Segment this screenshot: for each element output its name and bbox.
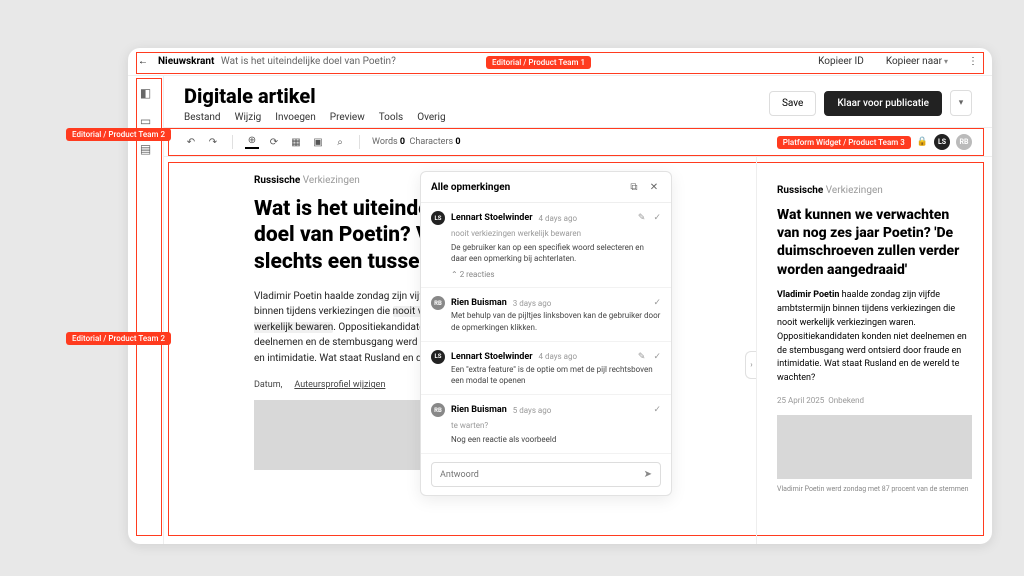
lock-icon: 🔒 — [917, 137, 928, 147]
menu-tools[interactable]: Tools — [379, 112, 403, 123]
close-icon[interactable]: ✕ — [647, 180, 661, 194]
edit-icon[interactable]: ✎ — [638, 352, 646, 362]
left-sidebar: ◧ ▭ ▤ — [128, 76, 164, 544]
edit-icon[interactable]: ✎ — [638, 213, 646, 223]
reply-input[interactable] — [440, 470, 644, 480]
annotation-left-1: Editorial / Product Team 2 — [66, 128, 171, 141]
more-menu-button[interactable]: ⋮ — [964, 56, 982, 67]
breadcrumb-title: Wat is het uiteindelijke doel van Poetin… — [221, 56, 396, 67]
menu-wijzig[interactable]: Wijzig — [235, 112, 262, 123]
comments-list: LS Lennart Stoelwinder 4 days ago ✎ ✓ nooit v… — [421, 203, 671, 454]
document-icon[interactable]: ▭ — [139, 114, 153, 128]
preview-body: Vladimir Poetin haalde zondag zijn vijfd… — [777, 289, 972, 387]
copy-to-button[interactable]: Kopieer naar▾ — [880, 56, 954, 67]
preview-headline: Wat kunnen we verwachten van nog zes jaa… — [777, 206, 972, 279]
breadcrumb: Nieuwskrant Wat is het uiteindelijke doe… — [158, 56, 396, 67]
comment-author: Rien Buisman — [451, 298, 507, 308]
annotation-toolbar-right: Platform Widget / Product Team 3 — [777, 136, 911, 149]
preview-caption: Vladimir Poetin werd zondag met 87 proce… — [777, 485, 972, 493]
menu-bestand[interactable]: Bestand — [184, 112, 221, 123]
comment-avatar: LS — [431, 350, 445, 364]
comments-title: Alle opmerkingen — [431, 182, 621, 193]
comment-quote: te warten? — [451, 421, 661, 430]
grid-icon[interactable]: ▦ — [289, 135, 303, 149]
popout-icon[interactable]: ⧉ — [627, 180, 641, 194]
expand-handle[interactable]: › — [745, 351, 756, 379]
resolve-icon[interactable]: ✓ — [653, 405, 661, 415]
comment-avatar: LS — [431, 211, 445, 225]
preview-kicker: Russische Verkiezingen — [777, 185, 972, 196]
resolve-icon[interactable]: ✓ — [653, 352, 661, 362]
document-title: Digitale artikel — [184, 84, 769, 108]
publish-button[interactable]: Klaar voor publicatie — [824, 91, 942, 116]
menubar: Bestand Wijzig Invoegen Preview Tools Ov… — [184, 112, 769, 123]
brand-name: Nieuwskrant — [158, 56, 214, 67]
main-area: Digitale artikel Bestand Wijzig Invoegen… — [164, 76, 992, 544]
comment-item: LS Lennart Stoelwinder 4 days ago ✎ ✓ nooit v… — [421, 203, 671, 288]
layout-icon[interactable]: ◧ — [139, 86, 153, 100]
insert-block-icon[interactable]: ⊕ — [245, 135, 259, 149]
comments-panel: Alle opmerkingen ⧉ ✕ LS Lennart Stoelwind… — [420, 171, 672, 496]
comment-time: 3 days ago — [513, 299, 552, 308]
comments-header: Alle opmerkingen ⧉ ✕ — [421, 172, 671, 203]
comment-time: 5 days ago — [513, 406, 552, 415]
media-icon[interactable]: ▤ — [139, 142, 153, 156]
redo-icon[interactable]: ↷ — [206, 135, 220, 149]
comment-text: Met behulp van de pijltjes linksboven ka… — [451, 310, 661, 332]
resolve-icon[interactable]: ✓ — [653, 298, 661, 308]
comment-text: Een "extra feature" is de optie om met d… — [451, 364, 661, 386]
resolve-icon[interactable]: ✓ — [653, 213, 661, 223]
undo-icon[interactable]: ↶ — [184, 135, 198, 149]
save-button[interactable]: Save — [769, 91, 816, 116]
content-area: Russische Verkiezingen Wat is het uitein… — [164, 157, 992, 544]
image-icon[interactable]: ▣ — [311, 135, 325, 149]
comment-item: RB Rien Buisman 5 days ago ✓ te warten? Nog e… — [421, 395, 671, 454]
send-icon[interactable]: ➤ — [644, 469, 652, 480]
copy-id-button[interactable]: Kopieer ID — [812, 56, 870, 67]
comment-item: LS Lennart Stoelwinder 4 days ago ✎ ✓ Een "ex… — [421, 342, 671, 395]
menu-invoegen[interactable]: Invoegen — [275, 112, 315, 123]
author-profile-link[interactable]: Auteursprofiel wijzigen — [294, 380, 385, 390]
app-window: ← Nieuwskrant Wat is het uiteindelijke d… — [128, 48, 992, 544]
comment-author: Rien Buisman — [451, 405, 507, 415]
annotation-left-2: Editorial / Product Team 2 — [66, 332, 171, 345]
replies-toggle[interactable]: ⌃ 2 reacties — [451, 270, 661, 279]
comment-avatar: RB — [431, 296, 445, 310]
back-button[interactable]: ← — [138, 56, 148, 67]
avatar-user-2[interactable]: RB — [956, 134, 972, 150]
reply-box: ➤ — [421, 454, 671, 495]
preview-meta: 25 April 2025 Onbekend — [777, 396, 972, 405]
preview-image — [777, 415, 972, 479]
comment-time: 4 days ago — [538, 214, 577, 223]
search-icon[interactable]: ⌕ — [333, 135, 347, 149]
refresh-icon[interactable]: ⟳ — [267, 135, 281, 149]
comment-author: Lennart Stoelwinder — [451, 352, 532, 362]
comment-time: 4 days ago — [538, 352, 577, 361]
chevron-down-icon: ▾ — [944, 57, 948, 66]
comment-quote: nooit verkiezingen werkelijk bewaren — [451, 229, 661, 238]
document-header: Digitale artikel Bestand Wijzig Invoegen… — [164, 76, 992, 127]
menu-preview[interactable]: Preview — [330, 112, 365, 123]
date-label: Datum, — [254, 380, 282, 390]
comment-text: Nog een reactie als voorbeeld — [451, 434, 661, 445]
toolbar: ↶ ↷ ⊕ ⟳ ▦ ▣ ⌕ Words 0 Characters 0 Platf… — [164, 127, 992, 157]
word-count: Words 0 Characters 0 — [372, 137, 461, 147]
menu-overig[interactable]: Overig — [417, 112, 445, 123]
publish-dropdown[interactable]: ▾ — [950, 90, 972, 116]
annotation-top: Editorial / Product Team 1 — [486, 56, 591, 69]
comment-avatar: RB — [431, 403, 445, 417]
comment-item: RB Rien Buisman 3 days ago ✓ Met behulp van … — [421, 288, 671, 341]
preview-pane: Russische Verkiezingen Wat kunnen we ver… — [756, 157, 992, 544]
comment-text: De gebruiker kan op een specifiek woord … — [451, 242, 661, 264]
comment-author: Lennart Stoelwinder — [451, 213, 532, 223]
avatar-user-1[interactable]: LS — [934, 134, 950, 150]
